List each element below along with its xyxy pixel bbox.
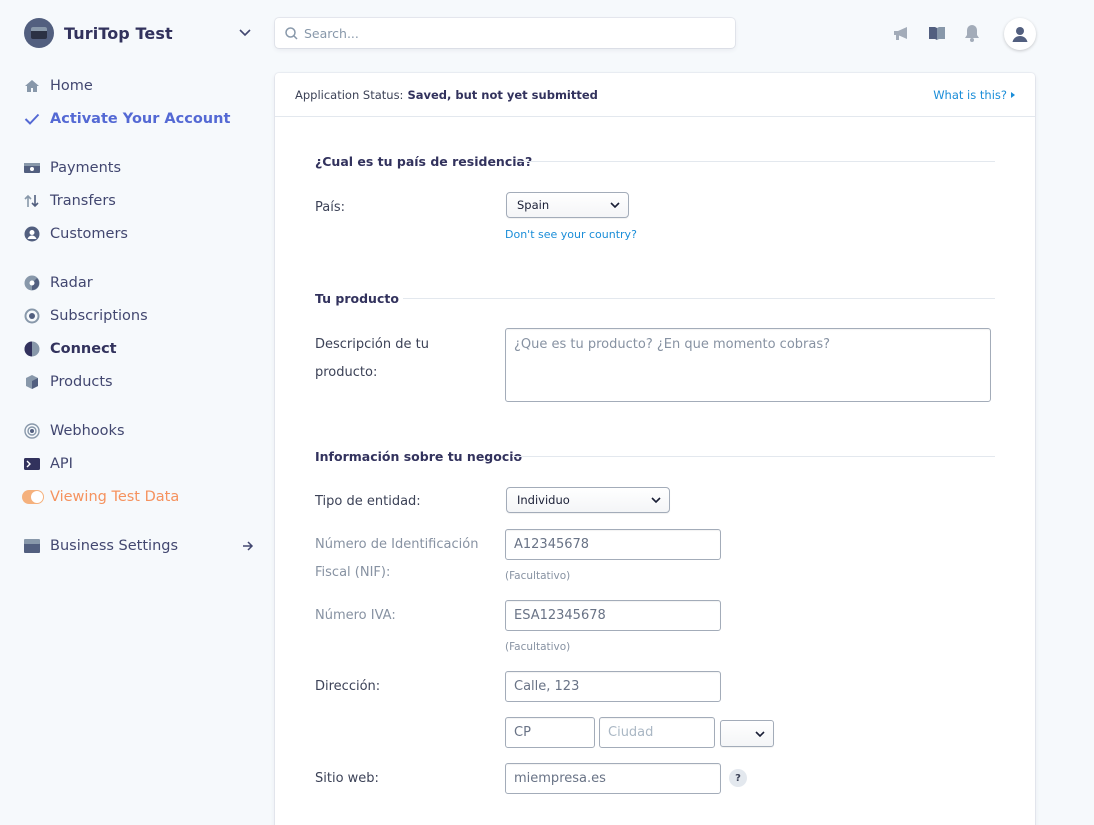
product-description-textarea[interactable]: ¿Que es tu producto? ¿En que momento cob… (505, 328, 991, 402)
box-icon (24, 374, 40, 390)
account-avatar (24, 18, 54, 48)
sidebar: TuriTop Test Home Activate Your Account … (0, 0, 275, 825)
city-input[interactable]: Ciudad (599, 717, 715, 748)
section-divider (516, 161, 995, 162)
check-icon (24, 111, 40, 127)
country-select[interactable]: Spain (506, 192, 629, 218)
section-title-residence: ¿Cual es tu país de residencia? (315, 154, 533, 169)
connect-icon (24, 341, 40, 357)
sidebar-item-label: Viewing Test Data (50, 489, 180, 505)
zip-input[interactable]: CP (505, 717, 595, 748)
section-title-product: Tu producto (315, 291, 399, 306)
sidebar-item-label: Transfers (50, 193, 116, 209)
arrow-right-icon (242, 540, 254, 552)
help-link-label: What is this? (933, 87, 1007, 102)
sidebar-item-payments[interactable]: Payments (24, 157, 121, 179)
vat-input[interactable]: ESA12345678 (505, 600, 721, 631)
country-missing-link[interactable]: Don't see your country? (505, 228, 637, 241)
website-label: Sitio web: (315, 771, 379, 786)
webhooks-icon (24, 423, 40, 439)
sidebar-item-label: Webhooks (50, 423, 125, 439)
sidebar-item-business-settings[interactable]: Business Settings (24, 535, 254, 557)
nif-optional-note: (Facultativo) (505, 570, 571, 582)
chevron-down-icon (651, 497, 661, 503)
activation-form-card: Application Status: Saved, but not yet s… (275, 73, 1035, 825)
bell-icon[interactable] (962, 23, 982, 43)
chevron-down-icon (755, 730, 765, 737)
sidebar-item-transfers[interactable]: Transfers (24, 190, 116, 212)
terminal-icon (24, 456, 40, 472)
vat-optional-note: (Facultativo) (505, 641, 571, 653)
province-select[interactable] (720, 720, 774, 747)
radar-icon (24, 275, 40, 291)
sidebar-item-activate-account[interactable]: Activate Your Account (24, 108, 230, 130)
sidebar-item-products[interactable]: Products (24, 371, 113, 393)
sidebar-item-subscriptions[interactable]: Subscriptions (24, 305, 148, 327)
sidebar-item-label: API (50, 456, 73, 472)
chevron-down-icon (610, 202, 620, 208)
transfer-arrows-icon (24, 193, 40, 209)
country-label: País: (315, 200, 345, 215)
docs-book-icon[interactable] (927, 23, 947, 43)
customer-icon (24, 226, 40, 242)
search-input[interactable] (304, 25, 704, 41)
sidebar-item-label: Home (50, 78, 93, 94)
store-icon (24, 538, 40, 554)
sidebar-item-api[interactable]: API (24, 453, 73, 475)
website-input[interactable]: miempresa.es (505, 763, 721, 794)
section-divider (403, 298, 995, 299)
test-data-toggle[interactable] (22, 490, 44, 504)
sidebar-item-label: Radar (50, 275, 93, 291)
entity-type-select-value: Individuo (517, 493, 570, 507)
subscriptions-icon (24, 308, 40, 324)
sidebar-item-test-data-toggle[interactable]: Viewing Test Data (22, 486, 179, 508)
nif-input[interactable]: A12345678 (505, 529, 721, 560)
chevron-down-icon (238, 26, 252, 40)
sidebar-item-label: Connect (50, 341, 117, 357)
country-select-value: Spain (517, 198, 550, 212)
sidebar-item-label: Customers (50, 226, 128, 242)
home-icon (24, 78, 40, 94)
megaphone-icon[interactable] (892, 23, 912, 43)
what-is-this-link[interactable]: What is this? (933, 88, 1015, 102)
sidebar-item-webhooks[interactable]: Webhooks (24, 420, 125, 442)
entity-type-label: Tipo de entidad: (315, 494, 421, 509)
search-bar[interactable] (275, 18, 735, 48)
account-name: TuriTop Test (64, 23, 173, 43)
sidebar-item-customers[interactable]: Customers (24, 223, 128, 245)
user-icon (1011, 25, 1029, 43)
payments-icon (24, 160, 40, 176)
search-icon (285, 26, 298, 40)
user-avatar[interactable] (1004, 18, 1036, 50)
sidebar-item-label: Products (50, 374, 113, 390)
description-label-line-2: producto: (315, 365, 378, 380)
sidebar-item-label: Subscriptions (50, 308, 148, 324)
sidebar-item-label: Payments (50, 160, 122, 176)
sidebar-item-radar[interactable]: Radar (24, 272, 93, 294)
entity-type-select[interactable]: Individuo (506, 487, 670, 513)
vat-label: Número IVA: (315, 608, 396, 623)
nif-label-line-1: Número de Identificación (315, 537, 479, 552)
nif-label-line-2: Fiscal (NIF): (315, 565, 391, 580)
account-switcher[interactable]: TuriTop Test (24, 18, 254, 48)
sidebar-item-home[interactable]: Home (24, 75, 93, 97)
section-divider (512, 456, 995, 457)
caret-right-icon (1011, 91, 1015, 98)
sidebar-item-label: Business Settings (50, 538, 179, 554)
sidebar-item-connect[interactable]: Connect (24, 338, 117, 360)
application-status-bar: Application Status: Saved, but not yet s… (275, 73, 1035, 117)
address-label: Dirección: (315, 679, 381, 694)
description-label-line-1: Descripción de tu (315, 337, 429, 352)
status-value: Saved, but not yet submitted (407, 87, 598, 102)
status-label: Application Status: (295, 87, 404, 102)
sidebar-item-label: Activate Your Account (50, 111, 231, 127)
section-title-business: Información sobre tu negocio (315, 449, 523, 464)
website-help-icon[interactable]: ? (729, 769, 747, 787)
address-input[interactable]: Calle, 123 (505, 671, 721, 702)
top-icons (892, 18, 982, 48)
